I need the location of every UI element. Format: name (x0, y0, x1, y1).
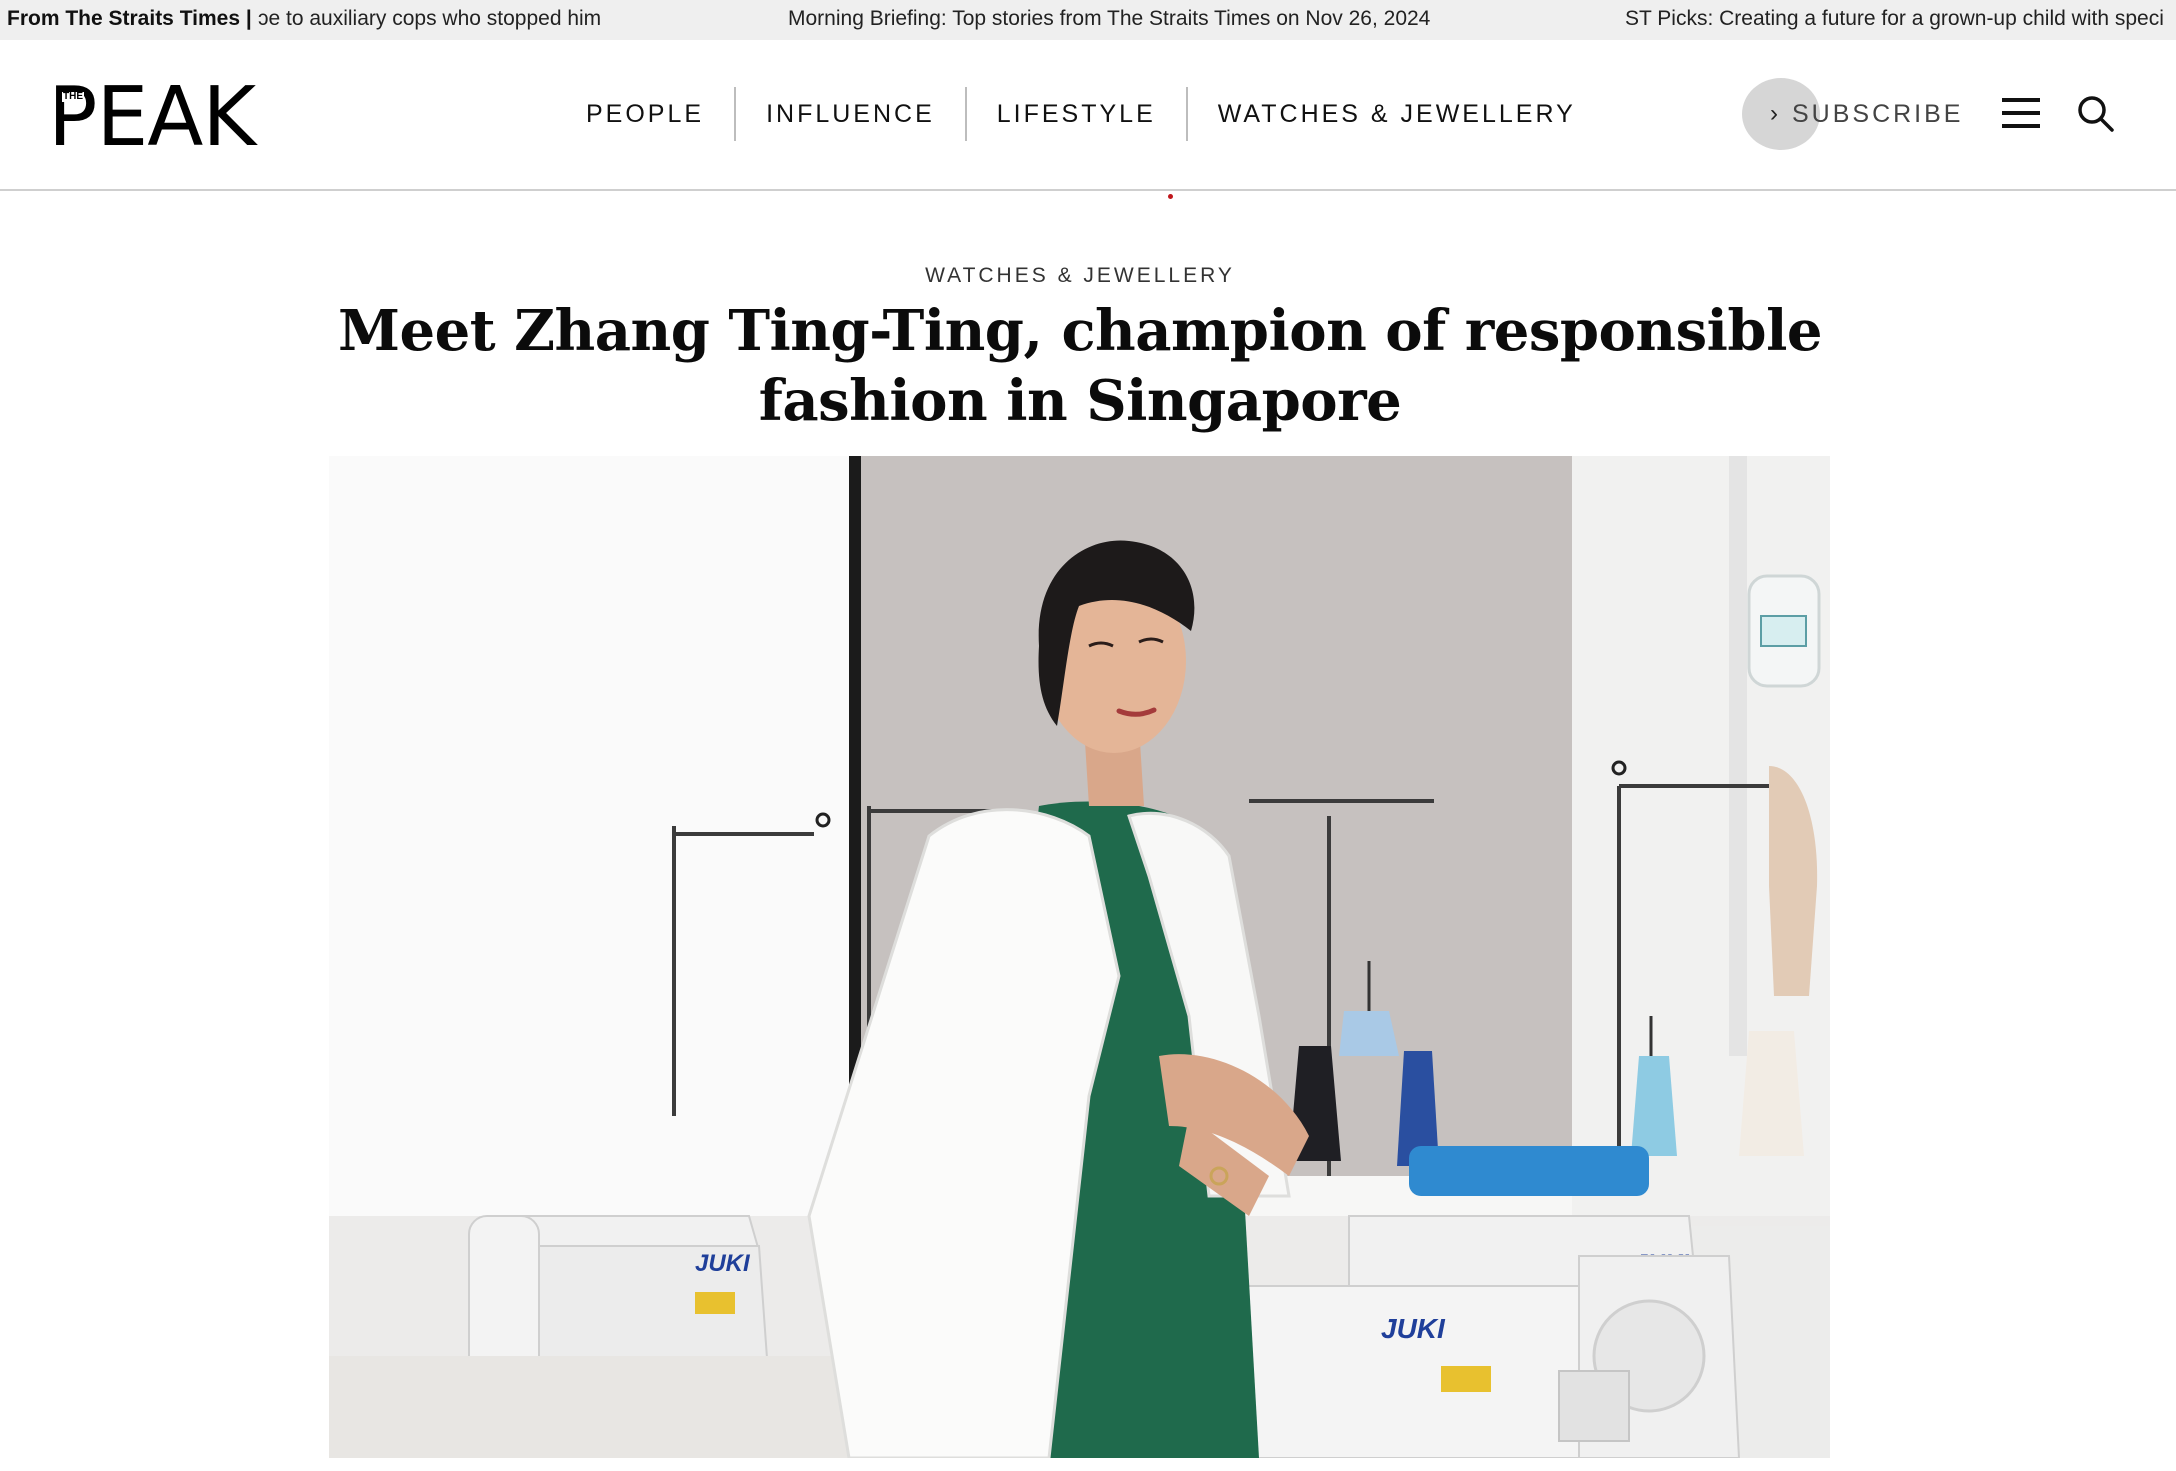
loading-indicator-dot (1168, 194, 1173, 199)
article-category[interactable]: WATCHES & JEWELLERY (0, 264, 2160, 288)
site-header: PEAK THE PEOPLE INFLUENCE LIFESTYLE WATC… (0, 40, 2176, 191)
news-ticker: From The Straits Times | ɔe to auxiliary… (0, 0, 2176, 40)
main-nav: PEOPLE INFLUENCE LIFESTYLE WATCHES & JEW… (556, 86, 1606, 142)
machine-brand-label: JUKI (695, 1250, 751, 1277)
ticker-source-label: From The Straits Times | (7, 7, 252, 30)
nav-item-influence[interactable]: INFLUENCE (736, 86, 965, 142)
subscribe-button[interactable]: › SUBSCRIBE (1742, 78, 1963, 150)
ticker-item[interactable]: ɔe to auxiliary cops who stopped him (258, 7, 601, 31)
nav-item-people[interactable]: PEOPLE (556, 86, 734, 142)
ticker-item[interactable]: ST Picks: Creating a future for a grown-… (1625, 7, 2164, 31)
subscribe-label: SUBSCRIBE (1792, 99, 1964, 128)
search-icon[interactable] (2076, 94, 2116, 134)
machine-brand-label: JUKI (1381, 1313, 1446, 1344)
chevron-right-icon: › (1770, 100, 1778, 127)
article-title: Meet Zhang Ting-Ting, champion of respon… (338, 298, 1822, 434)
ticker-item[interactable]: Morning Briefing: Top stories from The S… (788, 7, 1430, 31)
nav-item-lifestyle[interactable]: LIFESTYLE (967, 86, 1186, 142)
hero-image: JUKI JUKI JUKI (329, 456, 1830, 1458)
logo-wordmark: PEAK (48, 70, 256, 165)
nav-item-watches-jewellery[interactable]: WATCHES & JEWELLERY (1188, 86, 1606, 142)
hamburger-menu-icon[interactable] (2002, 98, 2040, 128)
the-peak-logo[interactable]: PEAK THE (48, 70, 288, 165)
logo-the: THE (62, 91, 84, 102)
